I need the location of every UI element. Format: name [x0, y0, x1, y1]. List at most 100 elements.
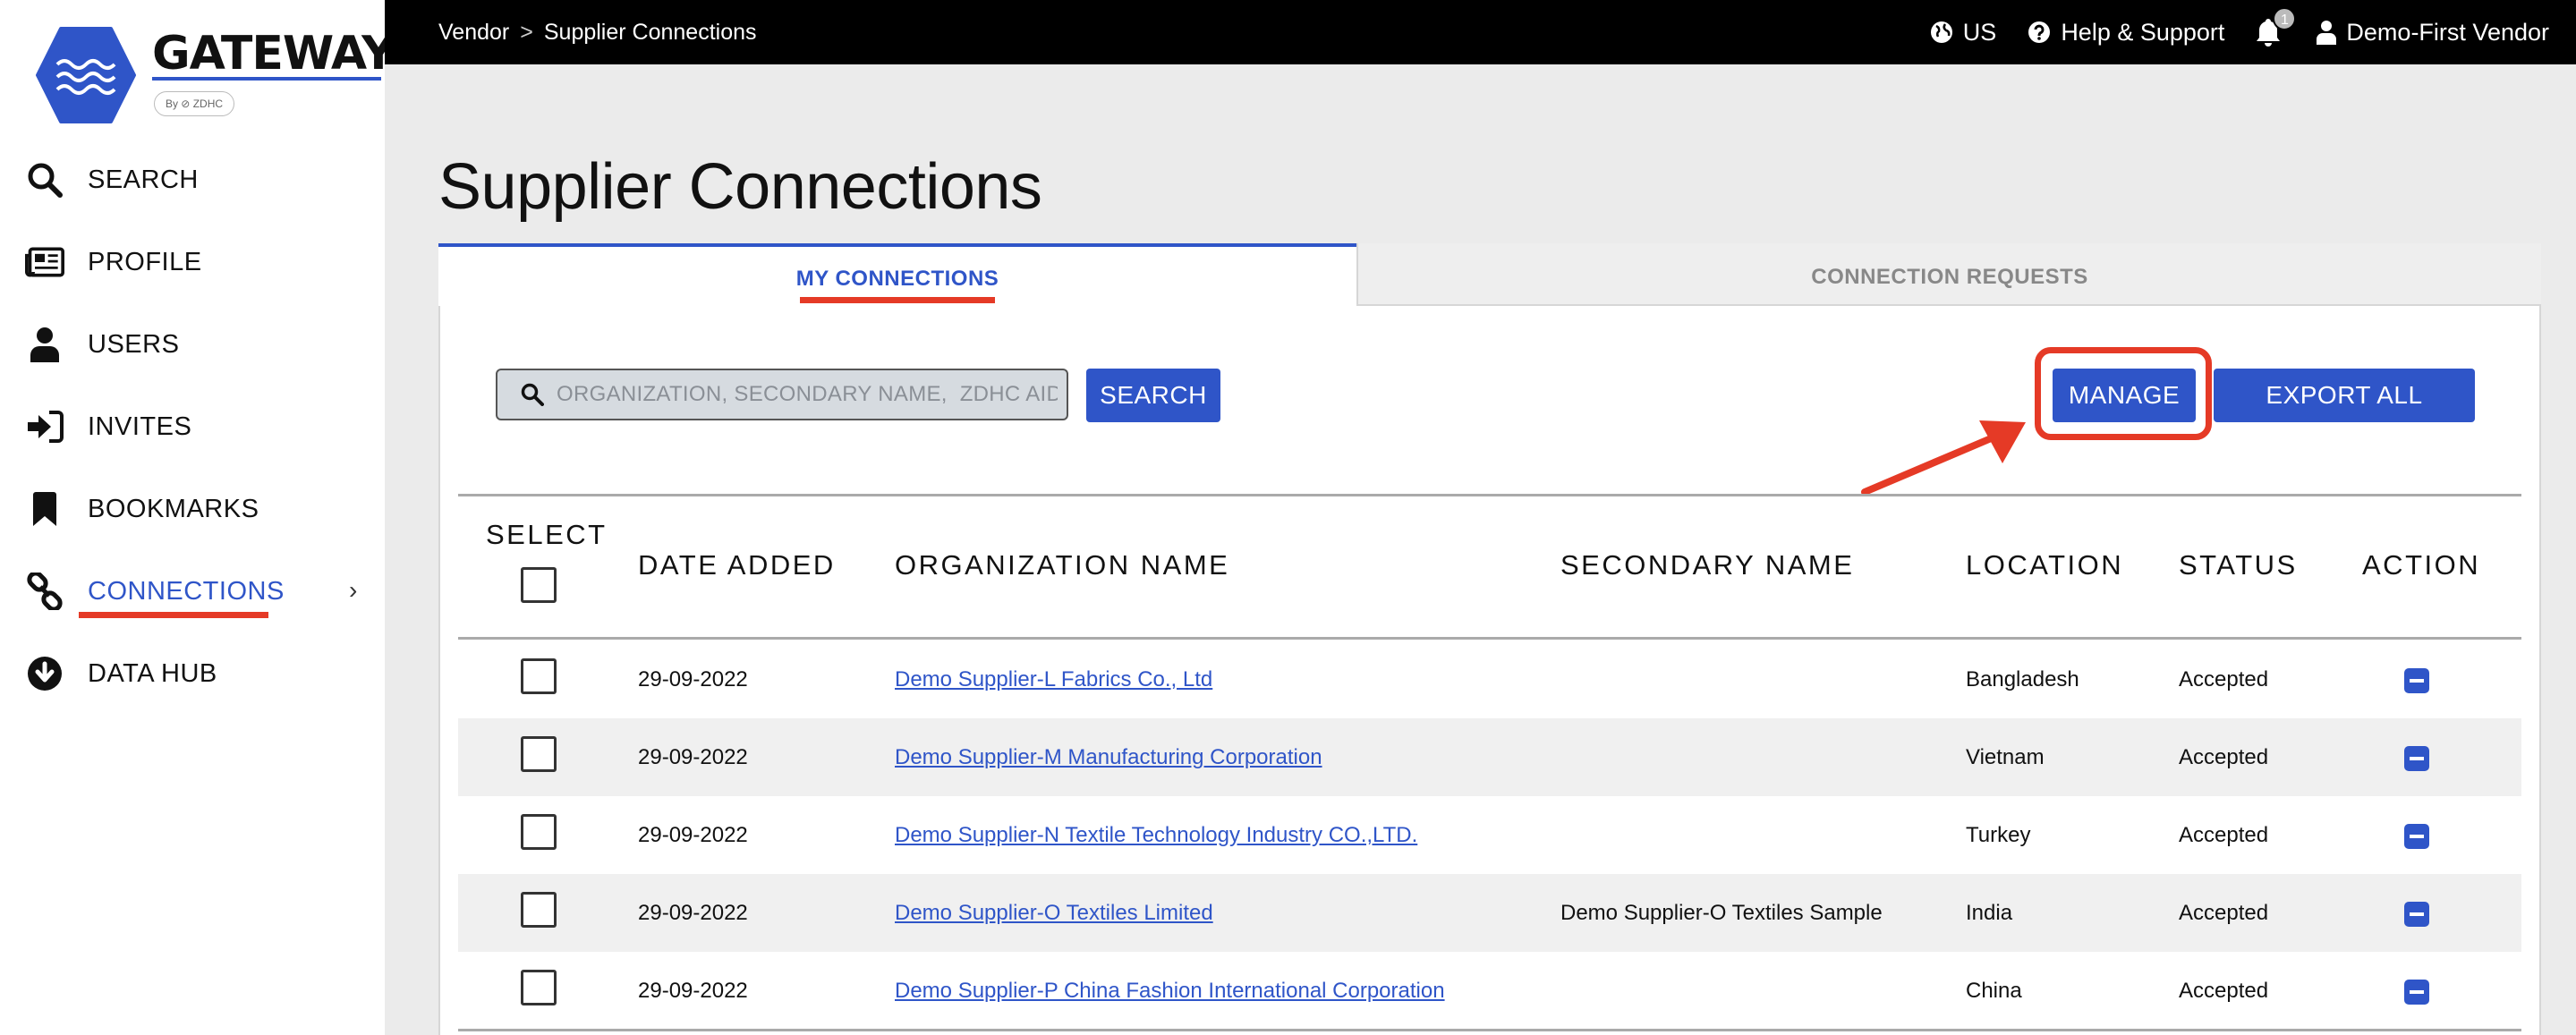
remove-connection-button[interactable]	[2404, 824, 2429, 849]
breadcrumb: Vendor > Supplier Connections	[438, 20, 757, 46]
red-arrow-annotation	[1861, 420, 2026, 496]
search-field[interactable]	[496, 369, 1068, 420]
organization-link[interactable]: Demo Supplier-L Fabrics Co., Ltd	[895, 667, 1212, 692]
organization-link[interactable]: Demo Supplier-M Manufacturing Corporatio…	[895, 745, 1322, 770]
logo-wordmark: GATEWAY	[152, 27, 395, 81]
table-row: 29-09-2022 Demo Supplier-L Fabrics Co., …	[458, 641, 2521, 718]
notification-badge: 1	[2273, 7, 2297, 30]
date-added-cell: 29-09-2022	[638, 667, 748, 691]
location-cell: China	[1966, 979, 2022, 1003]
breadcrumb-current: Supplier Connections	[543, 20, 757, 45]
remove-connection-button[interactable]	[2404, 902, 2429, 927]
help-label: Help & Support	[2061, 18, 2225, 46]
table-row: 29-09-2022 Demo Supplier-M Manufacturing…	[458, 718, 2521, 796]
page-title: Supplier Connections	[438, 151, 1042, 223]
gateway-logo[interactable]: GATEWAY By ⊘ ZDHC	[36, 27, 395, 125]
sidebar-item-users[interactable]: USERS	[25, 319, 374, 369]
remove-connection-button[interactable]	[2404, 746, 2429, 771]
column-header-status[interactable]: STATUS	[2179, 549, 2298, 581]
active-tab-underline	[800, 297, 995, 303]
top-bar: Vendor > Supplier Connections US Help & …	[385, 0, 2576, 64]
region-selector[interactable]: US	[1929, 18, 1997, 47]
organization-link[interactable]: Demo Supplier-O Textiles Limited	[895, 901, 1213, 926]
secondary-name-cell: Demo Supplier-O Textiles Sample	[1560, 901, 1883, 925]
help-support-link[interactable]: Help & Support	[2027, 19, 2224, 47]
tab-my-connections[interactable]: MY CONNECTIONS	[438, 243, 1356, 306]
manage-button[interactable]: MANAGE	[2053, 369, 2196, 422]
top-right-menu: US Help & Support 1 Demo-First Vendor	[1929, 7, 2549, 48]
select-all-checkbox[interactable]	[521, 567, 557, 603]
row-select-checkbox[interactable]	[521, 970, 557, 1005]
export-all-button[interactable]: EXPORT ALL	[2214, 369, 2475, 422]
sidebar-item-label: DATA HUB	[88, 658, 217, 688]
tab-label: CONNECTION REQUESTS	[1811, 265, 2088, 289]
user-icon	[2317, 21, 2337, 45]
remove-connection-button[interactable]	[2404, 980, 2429, 1005]
logo-byline: By ⊘ ZDHC	[154, 91, 234, 116]
sidebar-item-connections[interactable]: CONNECTIONS	[25, 566, 374, 616]
location-cell: Vietnam	[1966, 745, 2045, 769]
column-header-select: SELECT	[486, 519, 608, 550]
table-header-bottom-rule	[458, 637, 2521, 640]
location-cell: India	[1966, 901, 2013, 925]
sidebar-item-label: CONNECTIONS	[88, 576, 285, 606]
status-cell: Accepted	[2179, 745, 2269, 769]
sidebar-item-label: BOOKMARKS	[88, 494, 259, 523]
column-header-organization-name[interactable]: ORGANIZATION NAME	[895, 549, 1229, 581]
logo-hex-icon	[36, 27, 136, 123]
globe-icon	[1930, 21, 1952, 43]
status-cell: Accepted	[2179, 667, 2269, 691]
table-row: 29-09-2022 Demo Supplier-O Textiles Limi…	[458, 874, 2521, 952]
sidebar-item-label: SEARCH	[88, 165, 199, 194]
region-label: US	[1962, 18, 1997, 46]
row-select-checkbox[interactable]	[521, 814, 557, 850]
search-button[interactable]: SEARCH	[1086, 369, 1220, 422]
sidebar-item-search[interactable]: SEARCH	[25, 155, 374, 205]
row-select-checkbox[interactable]	[521, 736, 557, 772]
sign-in-icon	[25, 407, 64, 446]
status-cell: Accepted	[2179, 823, 2269, 847]
bookmark-icon	[25, 489, 64, 529]
sidebar-item-data-hub[interactable]: DATA HUB	[25, 649, 374, 699]
column-header-secondary-name[interactable]: SECONDARY NAME	[1560, 549, 1854, 581]
breadcrumb-vendor[interactable]: Vendor	[438, 20, 509, 46]
remove-connection-button[interactable]	[2404, 668, 2429, 693]
search-input[interactable]	[557, 382, 1058, 407]
sidebar-item-label: INVITES	[88, 411, 192, 441]
date-added-cell: 29-09-2022	[638, 823, 748, 847]
user-menu[interactable]: Demo-First Vendor	[2316, 19, 2549, 47]
user-icon	[25, 325, 64, 364]
chevron-right-icon[interactable]: ›	[349, 576, 357, 605]
sidebar-item-label: USERS	[88, 329, 180, 359]
sidebar-item-invites[interactable]: INVITES	[25, 402, 374, 452]
organization-link[interactable]: Demo Supplier-N Textile Technology Indus…	[895, 823, 1417, 848]
search-icon	[25, 160, 64, 199]
location-cell: Bangladesh	[1966, 667, 2079, 691]
sidebar: GATEWAY By ⊘ ZDHC SEARCH PROFILE USERS I…	[0, 0, 395, 1035]
table-row: 29-09-2022 Demo Supplier-N Textile Techn…	[458, 796, 2521, 874]
row-select-checkbox[interactable]	[521, 658, 557, 694]
organization-link[interactable]: Demo Supplier-P China Fashion Internatio…	[895, 979, 1445, 1004]
location-cell: Turkey	[1966, 823, 2031, 847]
link-icon	[25, 572, 64, 611]
sidebar-item-profile[interactable]: PROFILE	[25, 237, 374, 287]
date-added-cell: 29-09-2022	[638, 901, 748, 925]
tab-connection-requests[interactable]: CONNECTION REQUESTS	[1356, 243, 2541, 306]
active-nav-underline	[79, 612, 268, 618]
column-header-date-added[interactable]: DATE ADDED	[638, 549, 836, 581]
newspaper-icon	[25, 242, 64, 282]
search-icon	[521, 383, 544, 406]
user-name: Demo-First Vendor	[2346, 18, 2549, 46]
question-circle-icon	[2028, 21, 2051, 43]
row-select-checkbox[interactable]	[521, 892, 557, 928]
notifications-button[interactable]: 1	[2255, 7, 2297, 48]
table-header-top-rule	[458, 494, 2521, 496]
breadcrumb-separator: >	[520, 20, 533, 45]
column-header-location[interactable]: LOCATION	[1966, 549, 2123, 581]
sidebar-item-bookmarks[interactable]: BOOKMARKS	[25, 484, 374, 534]
download-circle-icon	[25, 654, 64, 693]
date-added-cell: 29-09-2022	[638, 979, 748, 1003]
sidebar-item-label: PROFILE	[88, 247, 202, 276]
tab-label: MY CONNECTIONS	[795, 267, 999, 291]
table-bottom-rule	[458, 1029, 2521, 1031]
